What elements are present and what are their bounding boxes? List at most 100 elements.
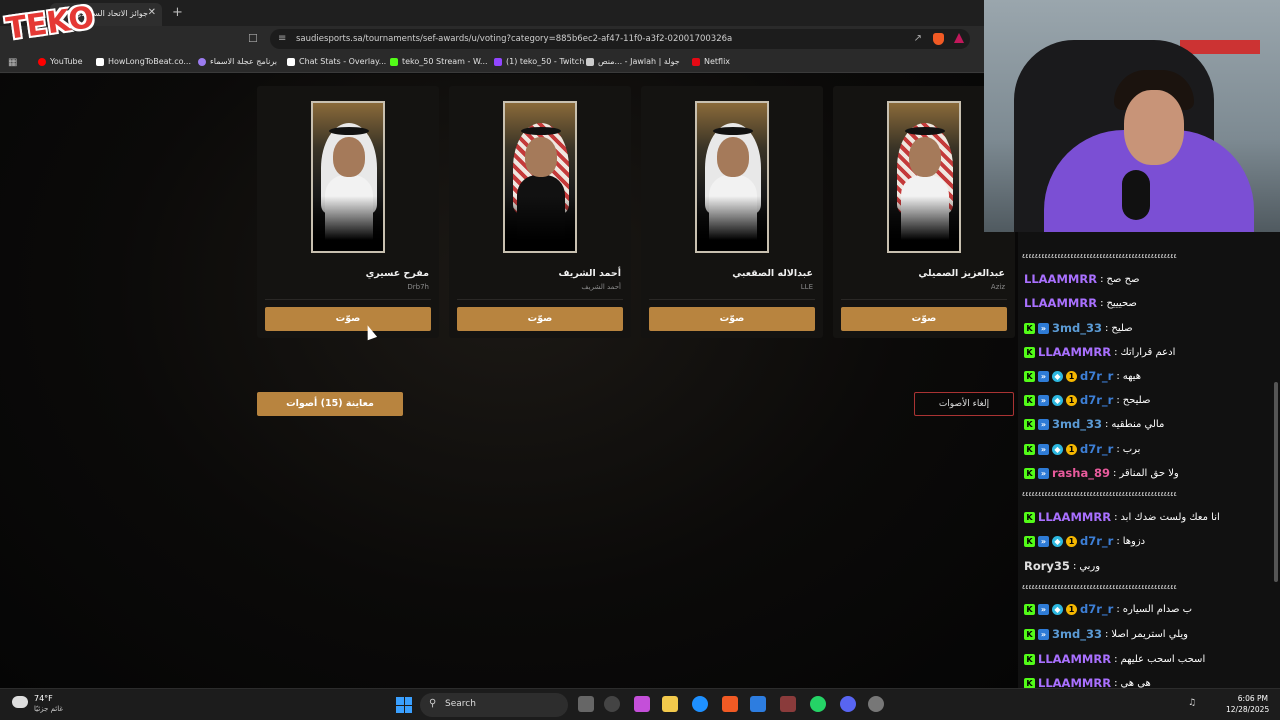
chat-username[interactable]: LLAAMMRR (1024, 296, 1097, 310)
chat-separator: : (1114, 346, 1118, 358)
chat-username[interactable]: d7r_r (1080, 534, 1113, 548)
chat-separator: : (1104, 322, 1109, 334)
webcam-overlay (984, 0, 1280, 232)
chat-username[interactable]: 3md_33 (1052, 321, 1102, 335)
apps-grid-icon[interactable]: ▦ (8, 57, 17, 68)
chat-username[interactable]: 3md_33 (1052, 627, 1102, 641)
chat-message: LLAAMMRR: صح صح (1024, 268, 1274, 290)
vote-button[interactable]: صوّت (265, 307, 431, 331)
chat-username[interactable]: LLAAMMRR (1038, 676, 1111, 688)
browser-tab-bar: جوائز الاتحاد السعودي للرياضات ✕ + (0, 0, 984, 26)
file-explorer-icon[interactable] (662, 696, 678, 712)
app-icon[interactable] (780, 696, 796, 712)
candidate-name: عبدالعزيز الصميلي (918, 268, 1005, 279)
chat-username[interactable]: LLAAMMRR (1038, 345, 1111, 359)
chat-text: دزوها (1122, 535, 1146, 547)
chat-message: LLAAMMRR: صحيييح (1024, 292, 1274, 314)
bookmark-kick-stream[interactable]: teko_50 Stream - W... (390, 57, 488, 66)
chat-text: وربي (1079, 560, 1101, 572)
weather-icon[interactable] (12, 696, 28, 708)
bookmark-howlongtobeat[interactable]: HowLongToBeat.co... (96, 57, 191, 66)
bookmark-name-wheel[interactable]: برنامج عجلة الاسماء (198, 57, 277, 66)
gem-badge-icon: ◆ (1052, 603, 1063, 615)
jawlah-icon (586, 57, 594, 66)
new-tab-icon[interactable]: + (172, 5, 183, 20)
windows-start-icon[interactable] (396, 697, 412, 713)
chat-username[interactable]: LLAAMMRR (1024, 272, 1097, 286)
chat-separator: : (1116, 370, 1120, 382)
chat-text: صليحح (1122, 394, 1151, 406)
chat-separator: : (1072, 560, 1077, 572)
copilot-icon[interactable] (634, 696, 650, 712)
vote-button[interactable]: صوّت (457, 307, 623, 331)
chat-text: برب (1122, 443, 1141, 455)
task-view-icon[interactable] (578, 696, 594, 712)
chat-username[interactable]: LLAAMMRR (1038, 510, 1111, 524)
discord-icon[interactable] (840, 696, 856, 712)
settings-icon[interactable] (868, 696, 884, 712)
candidate-name: مفرح عسيري (365, 268, 429, 279)
chat-emote-wave: ٤٤٤٤٤٤٤٤٤٤٤٤٤٤٤٤٤٤٤٤٤٤٤٤٤٤٤٤٤٤٤٤٤٤٤٤٤٤٤٤… (1022, 491, 1178, 497)
bookmark-icon[interactable]: ☐ (248, 32, 258, 45)
tab-close-icon[interactable]: ✕ (148, 7, 156, 18)
store-icon[interactable] (750, 696, 766, 712)
chat-separator: : (1116, 535, 1120, 547)
vote-button[interactable]: صوّت (649, 307, 815, 331)
card-divider (265, 299, 431, 300)
taskbar-search[interactable]: ⚲ Search (420, 693, 568, 717)
chat-username[interactable]: d7r_r (1080, 369, 1113, 383)
chat-username[interactable]: d7r_r (1080, 602, 1113, 616)
review-votes-button[interactable]: معاينة (15) أصوات (257, 392, 403, 416)
widgets-icon[interactable] (604, 696, 620, 712)
chat-message: K LLAAMMRR: انا معك ولست ضدك ابد (1024, 506, 1274, 528)
kick-badge-icon: K (1024, 535, 1035, 547)
cancel-votes-button[interactable]: إلغاء الأصوات (914, 392, 1014, 416)
bookmark-youtube[interactable]: YouTube (38, 57, 83, 66)
candidate-handle: LLE (800, 283, 813, 291)
edge-icon[interactable] (692, 696, 708, 712)
search-label: Search (445, 699, 476, 709)
subscriber-badge-icon: » (1038, 418, 1049, 430)
gem-badge-icon: ◆ (1052, 394, 1063, 406)
share-icon[interactable]: ↗ (914, 33, 922, 44)
kick-badge-icon: K (1024, 467, 1035, 479)
chat-separator: : (1114, 653, 1118, 665)
netflix-icon (692, 57, 700, 66)
chat-username[interactable]: d7r_r (1080, 393, 1113, 407)
subscriber-badge-icon: » (1038, 467, 1049, 479)
whatsapp-icon[interactable] (810, 696, 826, 712)
bookmark-twitch[interactable]: (1) teko_50 - Twitch (494, 57, 584, 66)
chat-emote-wave: ٤٤٤٤٤٤٤٤٤٤٤٤٤٤٤٤٤٤٤٤٤٤٤٤٤٤٤٤٤٤٤٤٤٤٤٤٤٤٤٤… (1022, 584, 1178, 590)
tray-icons[interactable]: ♫ (1188, 698, 1196, 708)
kick-badge-icon: K (1024, 394, 1035, 406)
subscriber-badge-icon: » (1038, 443, 1049, 455)
chat-text: ولا حق المناقر (1119, 467, 1179, 479)
coin-badge-icon: 1 (1066, 370, 1077, 382)
chat-username[interactable]: 3md_33 (1052, 417, 1102, 431)
chat-text: ب صدام السياره (1122, 603, 1193, 615)
candidate-card: مفرح عسيري Drb7h صوّت (257, 86, 439, 338)
chat-separator: : (1114, 511, 1118, 523)
youtube-icon (38, 57, 46, 66)
chat-scrollbar[interactable] (1274, 382, 1278, 582)
brave-rewards-icon[interactable] (954, 33, 964, 43)
candidate-photo (503, 101, 577, 253)
clock-time: 6:06 PM (1237, 694, 1268, 703)
bookmark-jawlah[interactable]: منص... - Jawlah | جولة (586, 57, 680, 66)
bookmark-chat-stats[interactable]: Chat Stats - Overlay... (287, 57, 386, 66)
chat-username[interactable]: LLAAMMRR (1038, 652, 1111, 666)
address-bar[interactable]: ≡ saudiesports.sa/tournaments/sef-awards… (270, 29, 970, 49)
brave-icon[interactable] (722, 696, 738, 712)
chat-username[interactable]: rasha_89 (1052, 466, 1110, 480)
chat-separator: : (1116, 443, 1120, 455)
wheel-icon (198, 57, 206, 66)
gem-badge-icon: ◆ (1052, 370, 1063, 382)
site-info-icon[interactable]: ≡ (278, 33, 286, 44)
chat-username[interactable]: Rory35 (1024, 559, 1070, 573)
chat-message: K» ◆ 1 d7r_r: صليحح (1024, 389, 1274, 411)
chat-username[interactable]: d7r_r (1080, 442, 1113, 456)
vote-button[interactable]: صوّت (841, 307, 1007, 331)
kick-badge-icon: K (1024, 418, 1035, 430)
bookmark-netflix[interactable]: Netflix (692, 57, 730, 66)
brave-shield-icon[interactable] (933, 33, 944, 45)
